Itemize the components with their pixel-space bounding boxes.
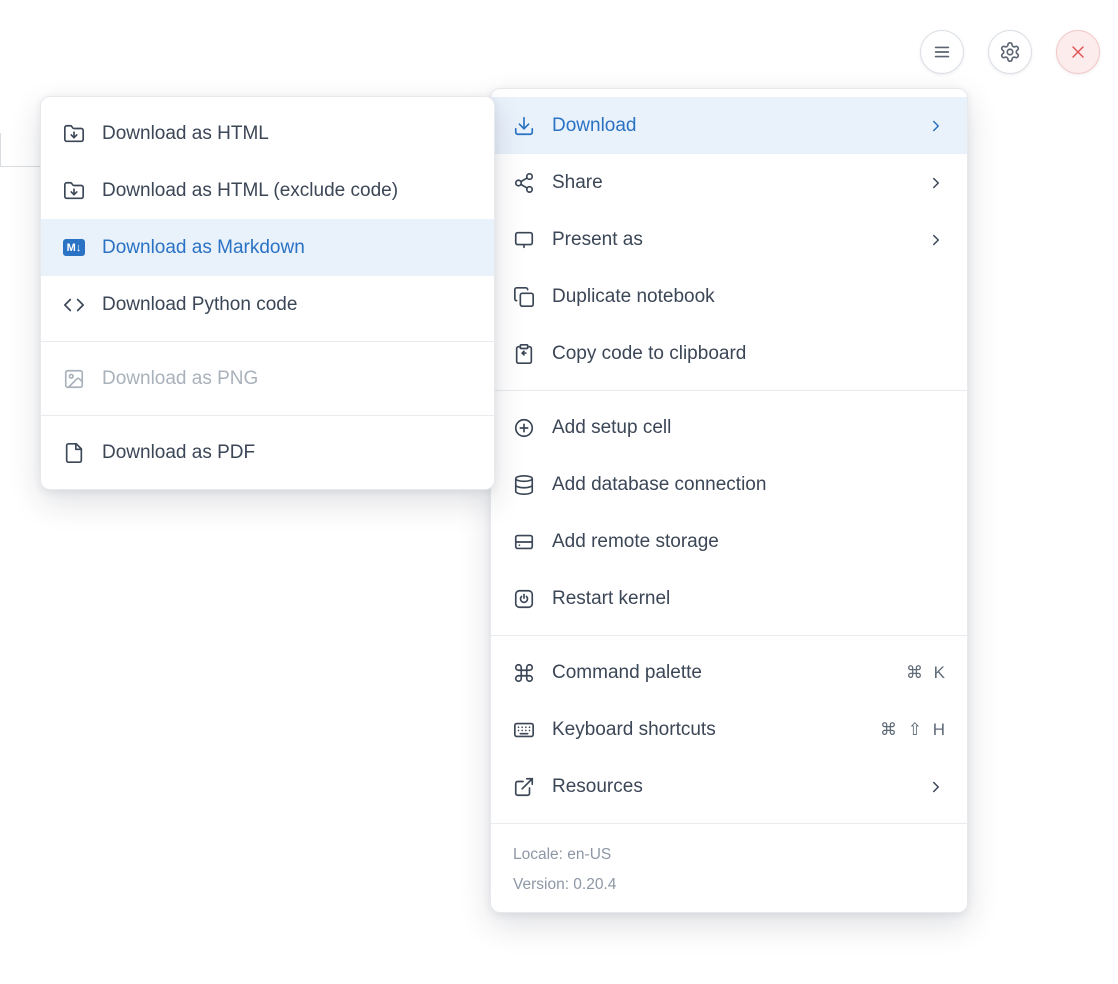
menu-item-download-python-code[interactable]: Download Python code bbox=[41, 276, 494, 333]
version-text: Version: 0.20.4 bbox=[513, 870, 945, 900]
menu-item-download-as-html[interactable]: Download as HTML bbox=[41, 105, 494, 162]
shortcut-label: ⌘ K bbox=[906, 663, 945, 683]
chevron-right-icon bbox=[927, 778, 945, 796]
hard-drive-icon bbox=[513, 531, 535, 553]
plus-circle-icon bbox=[513, 417, 535, 439]
code-icon bbox=[63, 294, 85, 316]
menu-item-label: Resources bbox=[552, 776, 643, 798]
file-icon bbox=[63, 442, 85, 464]
menu-divider bbox=[491, 390, 967, 391]
menu-item-label: Restart kernel bbox=[552, 588, 670, 610]
markdown-icon: M↓ bbox=[63, 237, 85, 259]
menu-item-download[interactable]: Download bbox=[491, 97, 967, 154]
gear-icon bbox=[999, 41, 1021, 63]
folder-down-icon bbox=[63, 180, 85, 202]
menu-item-add-database-connection[interactable]: Add database connection bbox=[491, 456, 967, 513]
menu-item-label: Download as PNG bbox=[102, 368, 258, 390]
keyboard-icon bbox=[513, 719, 535, 741]
notebook-menu-panel: Download Share Present as Duplicate note… bbox=[490, 88, 968, 913]
close-button[interactable] bbox=[1056, 30, 1100, 74]
chevron-right-icon bbox=[927, 231, 945, 249]
page-edge-line bbox=[0, 133, 42, 167]
menu-item-command-palette[interactable]: Command palette ⌘ K bbox=[491, 644, 967, 701]
hamburger-icon bbox=[931, 41, 953, 63]
clipboard-copy-icon bbox=[513, 343, 535, 365]
menu-item-label: Download Python code bbox=[102, 294, 297, 316]
menu-button[interactable] bbox=[920, 30, 964, 74]
settings-button[interactable] bbox=[988, 30, 1032, 74]
menu-item-label: Download as HTML bbox=[102, 123, 269, 145]
menu-item-label: Download as Markdown bbox=[102, 237, 305, 259]
menu-item-label: Download bbox=[552, 115, 637, 137]
menu-divider bbox=[491, 823, 967, 824]
menu-item-restart-kernel[interactable]: Restart kernel bbox=[491, 570, 967, 627]
download-icon bbox=[513, 115, 535, 137]
menu-item-keyboard-shortcuts[interactable]: Keyboard shortcuts ⌘ ⇧ H bbox=[491, 701, 967, 758]
chevron-right-icon bbox=[927, 117, 945, 135]
download-submenu-panel: Download as HTML Download as HTML (exclu… bbox=[40, 96, 495, 490]
menu-item-add-setup-cell[interactable]: Add setup cell bbox=[491, 399, 967, 456]
image-icon bbox=[63, 368, 85, 390]
menu-item-label: Add setup cell bbox=[552, 417, 671, 439]
menu-item-label: Keyboard shortcuts bbox=[552, 719, 716, 741]
chevron-right-icon bbox=[927, 174, 945, 192]
menu-item-label: Share bbox=[552, 172, 603, 194]
menu-item-label: Copy code to clipboard bbox=[552, 343, 746, 365]
menu-item-label: Add database connection bbox=[552, 474, 766, 496]
folder-down-icon bbox=[63, 123, 85, 145]
menu-item-download-as-pdf[interactable]: Download as PDF bbox=[41, 424, 494, 481]
menu-item-add-remote-storage[interactable]: Add remote storage bbox=[491, 513, 967, 570]
duplicate-icon bbox=[513, 286, 535, 308]
menu-divider bbox=[491, 635, 967, 636]
menu-item-label: Present as bbox=[552, 229, 643, 251]
menu-item-share[interactable]: Share bbox=[491, 154, 967, 211]
database-icon bbox=[513, 474, 535, 496]
menu-item-label: Add remote storage bbox=[552, 531, 719, 553]
close-icon bbox=[1068, 42, 1088, 62]
menu-divider bbox=[41, 415, 494, 416]
menu-item-present-as[interactable]: Present as bbox=[491, 211, 967, 268]
menu-item-label: Duplicate notebook bbox=[552, 286, 715, 308]
share-icon bbox=[513, 172, 535, 194]
menu-item-download-as-html-exclude-code[interactable]: Download as HTML (exclude code) bbox=[41, 162, 494, 219]
menu-footer: Locale: en-US Version: 0.20.4 bbox=[491, 832, 967, 904]
menu-item-copy-code[interactable]: Copy code to clipboard bbox=[491, 325, 967, 382]
locale-text: Locale: en-US bbox=[513, 840, 945, 870]
menu-item-duplicate-notebook[interactable]: Duplicate notebook bbox=[491, 268, 967, 325]
markdown-badge: M↓ bbox=[63, 239, 85, 256]
menu-divider bbox=[41, 341, 494, 342]
power-icon bbox=[513, 588, 535, 610]
menu-item-download-as-png: Download as PNG bbox=[41, 350, 494, 407]
menu-item-label: Download as HTML (exclude code) bbox=[102, 180, 398, 202]
menu-item-label: Command palette bbox=[552, 662, 702, 684]
command-icon bbox=[513, 662, 535, 684]
menu-item-download-as-markdown[interactable]: M↓ Download as Markdown bbox=[41, 219, 494, 276]
menu-item-resources[interactable]: Resources bbox=[491, 758, 967, 815]
shortcut-label: ⌘ ⇧ H bbox=[880, 720, 945, 740]
presentation-icon bbox=[513, 229, 535, 251]
external-link-icon bbox=[513, 776, 535, 798]
menu-item-label: Download as PDF bbox=[102, 442, 255, 464]
